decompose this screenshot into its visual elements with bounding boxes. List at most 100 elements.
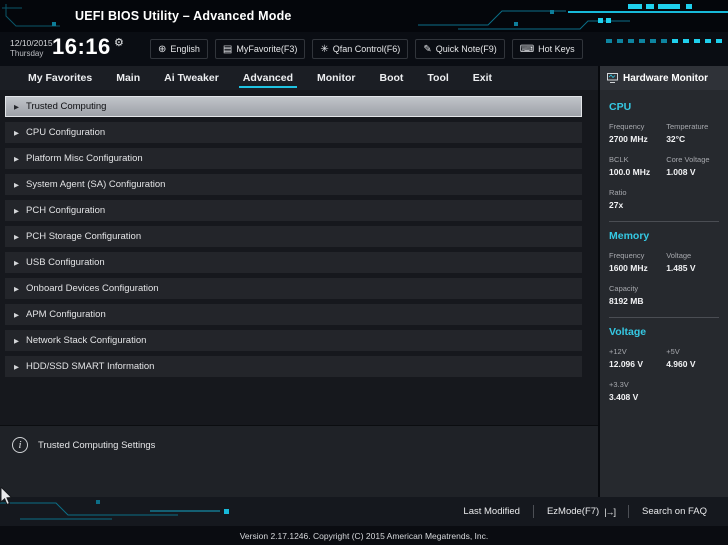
uefi-bios-screen: UEFI BIOS Utility – Advanced Mode 12/10/…: [0, 0, 728, 545]
hw-cell-12v: +12V 12.096 V: [609, 347, 666, 369]
hw-value: 1600 MHz: [609, 263, 648, 273]
list-item-platform-misc-configuration[interactable]: ▶ Platform Misc Configuration: [5, 148, 582, 169]
list-item-onboard-devices-configuration[interactable]: ▶ Onboard Devices Configuration: [5, 278, 582, 299]
hw-cell-ratio: Ratio 27x: [609, 188, 666, 210]
item-arrow-icon: ▶: [14, 155, 19, 163]
tab-advanced[interactable]: Advanced: [231, 66, 305, 90]
version-bar: Version 2.17.1246. Copyright (C) 2015 Am…: [0, 526, 728, 545]
list-item-label: Network Stack Configuration: [26, 335, 147, 346]
circuit-decoration-right: [418, 4, 728, 30]
list-item-label: Onboard Devices Configuration: [26, 283, 159, 294]
hw-value: 3.408 V: [609, 392, 639, 402]
hw-value: 100.0 MHz: [609, 167, 651, 177]
list-item-pch-storage-configuration[interactable]: ▶ PCH Storage Configuration: [5, 226, 582, 247]
keyboard-icon: ⌨: [519, 43, 535, 55]
settings-list: ▶ Trusted Computing ▶ CPU Configuration ▶ Pla…: [5, 96, 582, 382]
hw-row: Capacity 8192 MB: [609, 284, 719, 306]
list-item-apm-configuration[interactable]: ▶ APM Configuration: [5, 304, 582, 325]
list-item-hdd-ssd-smart-information[interactable]: ▶ HDD/SSD SMART Information: [5, 356, 582, 377]
hardware-monitor-header: Hardware Monitor: [600, 66, 728, 90]
hw-row: +12V 12.096 V +5V 4.960 V: [609, 347, 719, 369]
hw-row: Frequency 2700 MHz Temperature 32°C: [609, 122, 719, 144]
hw-value: 8192 MB: [609, 296, 644, 306]
footer-item-label: Search on FAQ: [642, 506, 707, 517]
hw-row: Ratio 27x: [609, 188, 719, 210]
hot-keys-button[interactable]: ⌨ Hot Keys: [511, 39, 583, 59]
dash-decoration: [606, 39, 722, 43]
language-button[interactable]: ⊕ English: [150, 39, 208, 59]
hw-value: 1.485 V: [666, 263, 696, 273]
ez-mode-button[interactable]: EzMode(F7) |→]: [534, 506, 628, 517]
footer-actions: Last Modified EzMode(F7) |→] Search on FAQ: [450, 505, 720, 518]
item-arrow-icon: ▶: [14, 181, 19, 189]
list-item-label: CPU Configuration: [26, 127, 106, 138]
hw-cell-core-voltage: Core Voltage 1.008 V: [666, 155, 719, 177]
list-item-system-agent-sa-configuration[interactable]: ▶ System Agent (SA) Configuration: [5, 174, 582, 195]
tab-tool[interactable]: Tool: [415, 66, 460, 90]
item-arrow-icon: ▶: [14, 337, 19, 345]
list-item-network-stack-configuration[interactable]: ▶ Network Stack Configuration: [5, 330, 582, 351]
list-item-label: USB Configuration: [26, 257, 105, 268]
hw-value: 2700 MHz: [609, 134, 648, 144]
hw-cell-capacity: Capacity 8192 MB: [609, 284, 666, 306]
my-favorite-button[interactable]: ▤ MyFavorite(F3): [214, 39, 306, 59]
hw-section-title-memory: Memory: [609, 230, 650, 242]
hardware-monitor-panel: Hardware Monitor CPU Frequency 2700 MHz Tem…: [598, 66, 728, 497]
tab-ai-tweaker[interactable]: Ai Tweaker: [152, 66, 231, 90]
tab-main[interactable]: Main: [104, 66, 152, 90]
toolbar-button-label: Hot Keys: [538, 44, 575, 54]
circuit-decoration-left: [2, 4, 60, 27]
hw-label: Core Voltage: [666, 155, 710, 164]
settings-panel: ▶ Trusted Computing ▶ CPU Configuration ▶ Pla…: [0, 90, 598, 497]
main-menu-bar: My Favorites Main Ai Tweaker Advanced Monito…: [0, 66, 598, 90]
quick-note-button[interactable]: ✎ Quick Note(F9): [415, 39, 505, 59]
item-arrow-icon: ▶: [14, 129, 19, 137]
hw-cell-5v: +5V 4.960 V: [666, 347, 719, 369]
tab-my-favorites[interactable]: My Favorites: [16, 66, 104, 90]
hw-cell-voltage: Voltage 1.485 V: [666, 251, 719, 273]
hw-label: +12V: [609, 347, 627, 356]
hw-value: 12.096 V: [609, 359, 644, 369]
footer-bar: Last Modified EzMode(F7) |→] Search on FAQ: [0, 497, 728, 526]
list-item-label: HDD/SSD SMART Information: [26, 361, 155, 372]
list-item-label: Platform Misc Configuration: [26, 153, 143, 164]
hw-label: Frequency: [609, 122, 645, 131]
list-item-trusted-computing[interactable]: ▶ Trusted Computing: [5, 96, 582, 117]
help-info-text: Trusted Computing Settings: [38, 440, 156, 451]
clock-settings-gear-icon[interactable]: ⚙: [114, 36, 124, 49]
item-arrow-icon: ▶: [14, 363, 19, 371]
list-item-usb-configuration[interactable]: ▶ USB Configuration: [5, 252, 582, 273]
item-arrow-icon: ▶: [14, 207, 19, 215]
list-item-cpu-configuration[interactable]: ▶ CPU Configuration: [5, 122, 582, 143]
footer-item-label: EzMode(F7): [546, 506, 600, 517]
hw-label: +5V: [666, 347, 680, 356]
list-item-label: PCH Configuration: [26, 205, 106, 216]
search-on-faq-button[interactable]: Search on FAQ: [629, 506, 720, 517]
fan-icon: ✳: [320, 43, 329, 55]
info-icon: i: [12, 437, 28, 453]
hw-row: +3.3V 3.408 V: [609, 380, 719, 402]
tab-exit[interactable]: Exit: [461, 66, 504, 90]
page-title: UEFI BIOS Utility – Advanced Mode: [75, 9, 292, 23]
item-arrow-icon: ▶: [14, 285, 19, 293]
hw-label: Frequency: [609, 251, 645, 260]
toolbar-button-label: Qfan Control(F6): [332, 44, 401, 54]
tab-monitor[interactable]: Monitor: [305, 66, 368, 90]
tab-boot[interactable]: Boot: [367, 66, 415, 90]
list-item-label: Trusted Computing: [26, 101, 107, 112]
list-item-label: System Agent (SA) Configuration: [26, 179, 166, 190]
day-text: Thursday: [10, 49, 44, 58]
hw-label: BCLK: [609, 155, 629, 164]
time-text: 16:16: [52, 34, 111, 59]
list-item-pch-configuration[interactable]: ▶ PCH Configuration: [5, 200, 582, 221]
hw-value: 1.008 V: [666, 167, 696, 177]
qfan-control-button[interactable]: ✳ Qfan Control(F6): [312, 39, 409, 59]
favorite-icon: ▤: [222, 43, 233, 55]
help-info-panel: i Trusted Computing Settings: [0, 425, 598, 497]
item-arrow-icon: ▶: [14, 311, 19, 319]
last-modified-button[interactable]: Last Modified: [450, 506, 533, 517]
footer-item-label: Last Modified: [463, 506, 520, 517]
section-divider: [609, 317, 719, 318]
item-arrow-icon: ▶: [14, 233, 19, 241]
note-icon: ✎: [423, 43, 432, 55]
